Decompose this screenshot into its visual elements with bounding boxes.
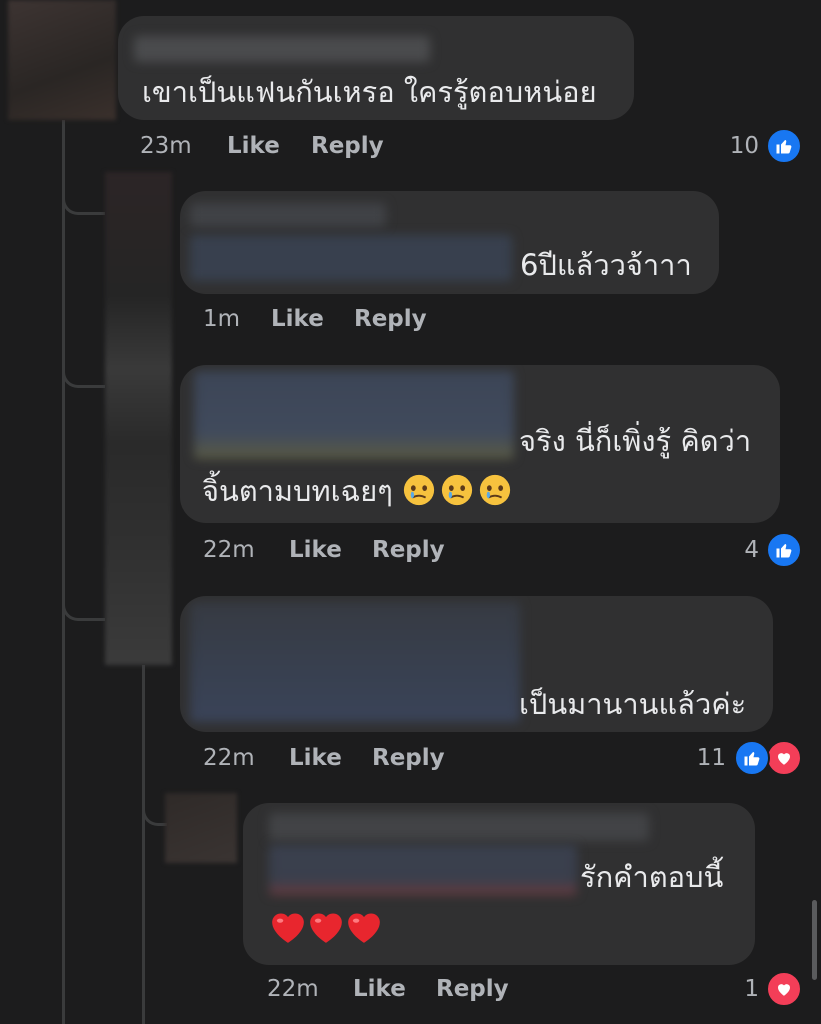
comment-text: จริง นี่ก็เพิ่งรู้ คิดว่า bbox=[519, 424, 752, 458]
face-holding-back-tears-icon bbox=[403, 474, 435, 506]
author-name[interactable] bbox=[269, 813, 649, 841]
author-name[interactable] bbox=[134, 36, 430, 62]
reaction-count[interactable]: 11 bbox=[697, 745, 726, 771]
thread-connector bbox=[62, 560, 105, 621]
comment-bubble: เขาเป็นแฟนกันเหรอ ใครรู้ตอบหน่อย bbox=[118, 16, 634, 120]
thread-connector bbox=[62, 160, 105, 215]
comment-time: 22m bbox=[267, 976, 319, 1002]
author-name[interactable] bbox=[190, 602, 520, 722]
like-button[interactable]: Like bbox=[271, 306, 324, 332]
comment-bubble: รักคำตอบนี้ bbox=[243, 803, 755, 965]
comment-text: รักคำตอบนี้ bbox=[580, 860, 724, 894]
comment-bubble: เป็นมานานแล้วค่ะ bbox=[180, 596, 773, 732]
comment-text: เป็นมานานแล้วค่ะ bbox=[519, 687, 747, 721]
heart-emojis bbox=[269, 909, 383, 949]
reply-button[interactable]: Reply bbox=[354, 306, 427, 332]
reply-button[interactable]: Reply bbox=[311, 133, 384, 159]
thread-connector bbox=[142, 775, 167, 826]
like-reaction-icon bbox=[734, 740, 770, 776]
comment-time: 23m bbox=[140, 133, 192, 159]
avatar[interactable] bbox=[165, 793, 237, 863]
red-heart-icon bbox=[348, 913, 380, 943]
thread-line bbox=[142, 665, 145, 1024]
like-button[interactable]: Like bbox=[227, 133, 280, 159]
like-reaction-icon bbox=[766, 532, 802, 568]
reaction-count[interactable]: 4 bbox=[744, 537, 759, 563]
comment-text: จิ้นตามบทเฉยๆ bbox=[202, 471, 516, 511]
face-holding-back-tears-icon bbox=[441, 474, 473, 506]
comment-text: 6ปีแล้ววจ้าาา bbox=[520, 248, 692, 282]
avatar[interactable] bbox=[105, 172, 172, 665]
reaction-count[interactable]: 1 bbox=[744, 976, 759, 1002]
heart-reaction-icon bbox=[766, 740, 802, 776]
reply-button[interactable]: Reply bbox=[372, 537, 445, 563]
author-name[interactable] bbox=[190, 203, 386, 227]
like-button[interactable]: Like bbox=[289, 745, 342, 771]
comment-text-line: จิ้นตามบทเฉยๆ bbox=[202, 474, 393, 508]
comment-bubble: จริง นี่ก็เพิ่งรู้ คิดว่า จิ้นตามบทเฉยๆ bbox=[180, 365, 780, 523]
author-name[interactable] bbox=[194, 371, 514, 459]
blurred-content bbox=[190, 235, 512, 281]
reply-button[interactable]: Reply bbox=[436, 976, 509, 1002]
blurred-content bbox=[269, 845, 577, 895]
comment-time: 22m bbox=[203, 537, 255, 563]
comment-time: 1m bbox=[203, 306, 241, 332]
comment-text: เขาเป็นแฟนกันเหรอ ใครรู้ตอบหน่อย bbox=[142, 75, 597, 109]
heart-reaction-icon bbox=[766, 971, 802, 1007]
like-reaction-icon bbox=[766, 128, 802, 164]
avatar[interactable] bbox=[8, 0, 116, 120]
comment-time: 22m bbox=[203, 745, 255, 771]
like-button[interactable]: Like bbox=[289, 537, 342, 563]
like-button[interactable]: Like bbox=[353, 976, 406, 1002]
scrollbar[interactable] bbox=[812, 900, 817, 980]
face-holding-back-tears-icon bbox=[479, 474, 511, 506]
comment-bubble: 6ปีแล้ววจ้าาา bbox=[180, 191, 719, 294]
red-heart-icon bbox=[310, 913, 342, 943]
reply-button[interactable]: Reply bbox=[372, 745, 445, 771]
thread-connector bbox=[62, 330, 105, 388]
reaction-count[interactable]: 10 bbox=[730, 133, 759, 159]
red-heart-icon bbox=[272, 913, 304, 943]
